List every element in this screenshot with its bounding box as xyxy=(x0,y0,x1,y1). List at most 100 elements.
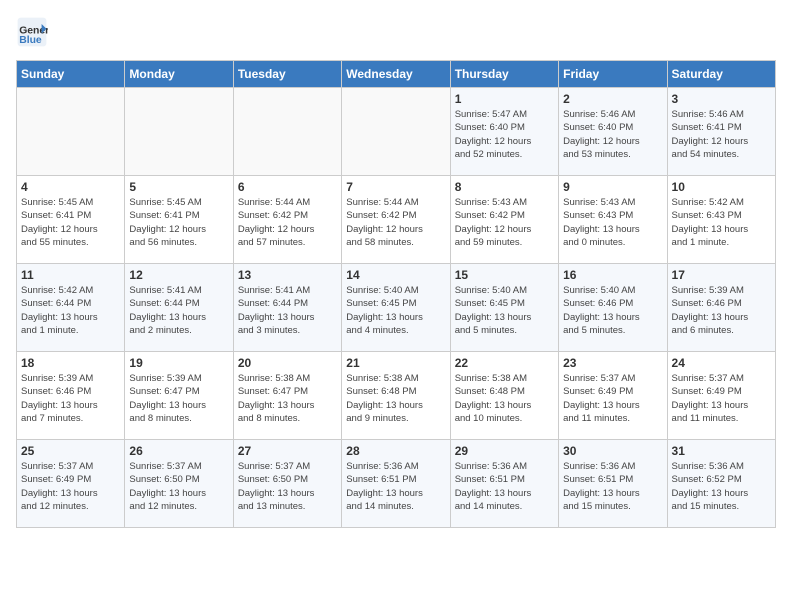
day-info: Sunrise: 5:41 AM Sunset: 6:44 PM Dayligh… xyxy=(129,284,228,337)
calendar-cell: 27 Sunrise: 5:37 AM Sunset: 6:50 PM Dayli… xyxy=(233,440,341,528)
day-number: 2 xyxy=(563,92,662,106)
day-number: 11 xyxy=(21,268,120,282)
day-info: Sunrise: 5:39 AM Sunset: 6:46 PM Dayligh… xyxy=(21,372,120,425)
day-number: 14 xyxy=(346,268,445,282)
day-info: Sunrise: 5:45 AM Sunset: 6:41 PM Dayligh… xyxy=(129,196,228,249)
calendar-cell: 6 Sunrise: 5:44 AM Sunset: 6:42 PM Daylig… xyxy=(233,176,341,264)
calendar-cell: 14 Sunrise: 5:40 AM Sunset: 6:45 PM Dayli… xyxy=(342,264,450,352)
day-info: Sunrise: 5:38 AM Sunset: 6:48 PM Dayligh… xyxy=(346,372,445,425)
calendar-cell: 20 Sunrise: 5:38 AM Sunset: 6:47 PM Dayli… xyxy=(233,352,341,440)
day-info: Sunrise: 5:36 AM Sunset: 6:51 PM Dayligh… xyxy=(563,460,662,513)
day-info: Sunrise: 5:43 AM Sunset: 6:42 PM Dayligh… xyxy=(455,196,554,249)
calendar-cell: 17Sunrise: 5:39 AM Sunset: 6:46 PM Dayli… xyxy=(667,264,775,352)
logo: General Blue xyxy=(16,16,52,48)
day-info: Sunrise: 5:44 AM Sunset: 6:42 PM Dayligh… xyxy=(238,196,337,249)
calendar-cell: 30 Sunrise: 5:36 AM Sunset: 6:51 PM Dayli… xyxy=(559,440,667,528)
day-info: Sunrise: 5:37 AM Sunset: 6:50 PM Dayligh… xyxy=(238,460,337,513)
day-info: Sunrise: 5:37 AM Sunset: 6:49 PM Dayligh… xyxy=(21,460,120,513)
day-info: Sunrise: 5:42 AM Sunset: 6:43 PM Dayligh… xyxy=(672,196,771,249)
day-info: Sunrise: 5:39 AM Sunset: 6:46 PM Dayligh… xyxy=(672,284,771,337)
week-row-5: 25Sunrise: 5:37 AM Sunset: 6:49 PM Dayli… xyxy=(17,440,776,528)
day-info: Sunrise: 5:36 AM Sunset: 6:51 PM Dayligh… xyxy=(346,460,445,513)
day-info: Sunrise: 5:46 AM Sunset: 6:40 PM Dayligh… xyxy=(563,108,662,161)
day-number: 5 xyxy=(129,180,228,194)
day-number: 20 xyxy=(238,356,337,370)
day-number: 18 xyxy=(21,356,120,370)
week-row-3: 11 Sunrise: 5:42 AM Sunset: 6:44 PM Dayli… xyxy=(17,264,776,352)
day-info: Sunrise: 5:40 AM Sunset: 6:46 PM Dayligh… xyxy=(563,284,662,337)
calendar-cell: 19Sunrise: 5:39 AM Sunset: 6:47 PM Dayli… xyxy=(125,352,233,440)
day-number: 19 xyxy=(129,356,228,370)
calendar-cell: 16 Sunrise: 5:40 AM Sunset: 6:46 PM Dayli… xyxy=(559,264,667,352)
calendar-cell: 9 Sunrise: 5:43 AM Sunset: 6:43 PM Daylig… xyxy=(559,176,667,264)
calendar-cell: 12 Sunrise: 5:41 AM Sunset: 6:44 PM Dayli… xyxy=(125,264,233,352)
day-info: Sunrise: 5:46 AM Sunset: 6:41 PM Dayligh… xyxy=(672,108,771,161)
day-number: 7 xyxy=(346,180,445,194)
calendar-cell xyxy=(125,88,233,176)
day-info: Sunrise: 5:42 AM Sunset: 6:44 PM Dayligh… xyxy=(21,284,120,337)
logo-icon: General Blue xyxy=(16,16,48,48)
week-row-2: 4 Sunrise: 5:45 AM Sunset: 6:41 PM Daylig… xyxy=(17,176,776,264)
day-header-thursday: Thursday xyxy=(450,61,558,88)
calendar-cell xyxy=(17,88,125,176)
day-info: Sunrise: 5:47 AM Sunset: 6:40 PM Dayligh… xyxy=(455,108,554,161)
calendar-cell: 26 Sunrise: 5:37 AM Sunset: 6:50 PM Dayli… xyxy=(125,440,233,528)
day-number: 27 xyxy=(238,444,337,458)
day-number: 24 xyxy=(672,356,771,370)
day-header-saturday: Saturday xyxy=(667,61,775,88)
day-number: 8 xyxy=(455,180,554,194)
calendar-cell: 24 Sunrise: 5:37 AM Sunset: 6:49 PM Dayli… xyxy=(667,352,775,440)
calendar-cell: 3 Sunrise: 5:46 AM Sunset: 6:41 PM Daylig… xyxy=(667,88,775,176)
calendar-cell: 21 Sunrise: 5:38 AM Sunset: 6:48 PM Dayli… xyxy=(342,352,450,440)
calendar-cell: 23 Sunrise: 5:37 AM Sunset: 6:49 PM Dayli… xyxy=(559,352,667,440)
page-header: General Blue xyxy=(16,16,776,48)
day-number: 9 xyxy=(563,180,662,194)
calendar-cell: 1 Sunrise: 5:47 AM Sunset: 6:40 PM Daylig… xyxy=(450,88,558,176)
day-number: 12 xyxy=(129,268,228,282)
day-info: Sunrise: 5:40 AM Sunset: 6:45 PM Dayligh… xyxy=(455,284,554,337)
calendar-cell: 22 Sunrise: 5:38 AM Sunset: 6:48 PM Dayli… xyxy=(450,352,558,440)
calendar-cell xyxy=(233,88,341,176)
calendar-cell: 31 Sunrise: 5:36 AM Sunset: 6:52 PM Dayli… xyxy=(667,440,775,528)
day-number: 6 xyxy=(238,180,337,194)
calendar-cell: 8 Sunrise: 5:43 AM Sunset: 6:42 PM Daylig… xyxy=(450,176,558,264)
week-row-1: 1 Sunrise: 5:47 AM Sunset: 6:40 PM Daylig… xyxy=(17,88,776,176)
day-info: Sunrise: 5:37 AM Sunset: 6:49 PM Dayligh… xyxy=(672,372,771,425)
day-number: 10 xyxy=(672,180,771,194)
day-info: Sunrise: 5:36 AM Sunset: 6:52 PM Dayligh… xyxy=(672,460,771,513)
day-number: 4 xyxy=(21,180,120,194)
day-number: 16 xyxy=(563,268,662,282)
day-info: Sunrise: 5:43 AM Sunset: 6:43 PM Dayligh… xyxy=(563,196,662,249)
day-header-wednesday: Wednesday xyxy=(342,61,450,88)
calendar-header-row: SundayMondayTuesdayWednesdayThursdayFrid… xyxy=(17,61,776,88)
day-info: Sunrise: 5:37 AM Sunset: 6:49 PM Dayligh… xyxy=(563,372,662,425)
calendar-cell: 5 Sunrise: 5:45 AM Sunset: 6:41 PM Daylig… xyxy=(125,176,233,264)
calendar-cell: 13Sunrise: 5:41 AM Sunset: 6:44 PM Dayli… xyxy=(233,264,341,352)
day-number: 21 xyxy=(346,356,445,370)
day-number: 3 xyxy=(672,92,771,106)
day-number: 31 xyxy=(672,444,771,458)
day-header-monday: Monday xyxy=(125,61,233,88)
day-number: 1 xyxy=(455,92,554,106)
calendar-cell: 2 Sunrise: 5:46 AM Sunset: 6:40 PM Daylig… xyxy=(559,88,667,176)
day-info: Sunrise: 5:37 AM Sunset: 6:50 PM Dayligh… xyxy=(129,460,228,513)
day-info: Sunrise: 5:38 AM Sunset: 6:48 PM Dayligh… xyxy=(455,372,554,425)
day-number: 26 xyxy=(129,444,228,458)
day-header-friday: Friday xyxy=(559,61,667,88)
day-number: 30 xyxy=(563,444,662,458)
calendar-cell: 4Sunrise: 5:45 AM Sunset: 6:41 PM Daylig… xyxy=(17,176,125,264)
day-header-tuesday: Tuesday xyxy=(233,61,341,88)
day-header-sunday: Sunday xyxy=(17,61,125,88)
day-info: Sunrise: 5:44 AM Sunset: 6:42 PM Dayligh… xyxy=(346,196,445,249)
day-number: 15 xyxy=(455,268,554,282)
calendar-cell: 7 Sunrise: 5:44 AM Sunset: 6:42 PM Daylig… xyxy=(342,176,450,264)
svg-text:Blue: Blue xyxy=(19,35,42,46)
day-info: Sunrise: 5:40 AM Sunset: 6:45 PM Dayligh… xyxy=(346,284,445,337)
day-info: Sunrise: 5:38 AM Sunset: 6:47 PM Dayligh… xyxy=(238,372,337,425)
day-number: 22 xyxy=(455,356,554,370)
calendar-table: SundayMondayTuesdayWednesdayThursdayFrid… xyxy=(16,60,776,528)
calendar-cell: 15 Sunrise: 5:40 AM Sunset: 6:45 PM Dayli… xyxy=(450,264,558,352)
day-number: 23 xyxy=(563,356,662,370)
calendar-cell: 28Sunrise: 5:36 AM Sunset: 6:51 PM Dayli… xyxy=(342,440,450,528)
day-number: 13 xyxy=(238,268,337,282)
